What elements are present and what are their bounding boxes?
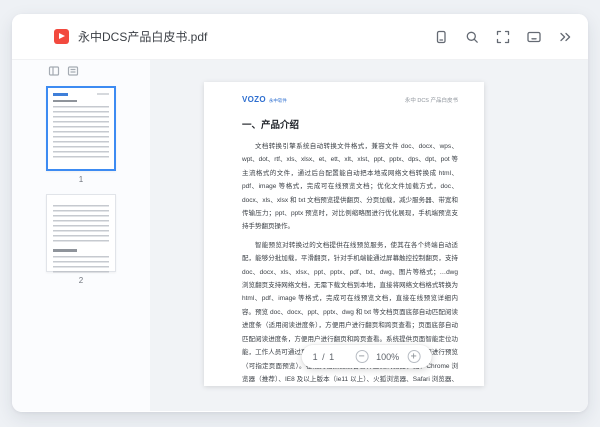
outline-view-icon[interactable] — [67, 65, 79, 77]
viewer-controls: 1 / 1 − 100% + — [301, 345, 432, 368]
page-indicator: 1 / 1 — [312, 351, 336, 362]
content-row: 1 2 VOZO 永中软件 永中 DCS 产品白皮书 一、产品介绍 文档转换引擎… — [12, 60, 588, 411]
zoom-in-button[interactable]: + — [407, 350, 421, 363]
page-number-label: 2 — [78, 276, 84, 285]
page-number-label: 1 — [78, 175, 84, 184]
page-header: VOZO 永中软件 永中 DCS 产品白皮书 — [242, 89, 458, 107]
pdf-viewer-window: 永中DCS产品白皮书.pdf 1 2 VOZO 永中软件 永中 DCS 产品白皮… — [12, 14, 588, 412]
document-viewer[interactable]: VOZO 永中软件 永中 DCS 产品白皮书 一、产品介绍 文档转换引擎系统自动转… — [150, 60, 588, 411]
section-heading: 一、产品介绍 — [242, 120, 300, 131]
page-header-title: 永中 DCS 产品白皮书 — [404, 98, 458, 104]
vozo-logo-subtext: 永中软件 — [268, 98, 287, 103]
thumbnail-heading-mark — [53, 249, 77, 252]
pdf-file-icon — [54, 29, 69, 44]
sidebar-tools — [48, 65, 150, 77]
body-paragraph: 文档转换引擎系统自动转换文件格式，兼容文件 doc、docx、wps、wpt、d… — [242, 143, 458, 231]
document-icon[interactable] — [432, 28, 450, 46]
more-tools-icon[interactable] — [556, 28, 574, 46]
thumbnail-logo-mark — [53, 93, 68, 96]
thumbnail-view-icon[interactable] — [48, 65, 60, 77]
file-title: 永中DCS产品白皮书.pdf — [78, 30, 208, 44]
zoom-out-button[interactable]: − — [355, 350, 369, 363]
thumbnail-header-mark — [97, 93, 109, 96]
zoom-level: 100% — [376, 351, 400, 362]
document-page: VOZO 永中软件 永中 DCS 产品白皮书 一、产品介绍 文档转换引擎系统自动转… — [204, 82, 484, 386]
toolbar-actions — [432, 28, 574, 46]
fullscreen-icon[interactable] — [494, 28, 512, 46]
vozo-logo: VOZO — [242, 95, 266, 104]
thumbnail-text-lines — [53, 205, 109, 245]
search-icon[interactable] — [463, 28, 481, 46]
presentation-icon[interactable] — [525, 28, 543, 46]
page-thumbnail-1[interactable] — [46, 86, 116, 171]
thumbnail-text-lines — [53, 106, 109, 160]
titlebar: 永中DCS产品白皮书.pdf — [12, 14, 588, 60]
thumbnail-list: 1 2 — [12, 86, 150, 295]
thumbnail-heading-mark — [53, 99, 77, 102]
thumbnail-panel: 1 2 — [12, 60, 150, 411]
page-thumbnail-2[interactable] — [46, 194, 116, 274]
thumbnail-header — [53, 93, 109, 96]
thumbnail-text-lines — [53, 255, 109, 274]
doc-logo: VOZO 永中软件 — [242, 89, 287, 107]
